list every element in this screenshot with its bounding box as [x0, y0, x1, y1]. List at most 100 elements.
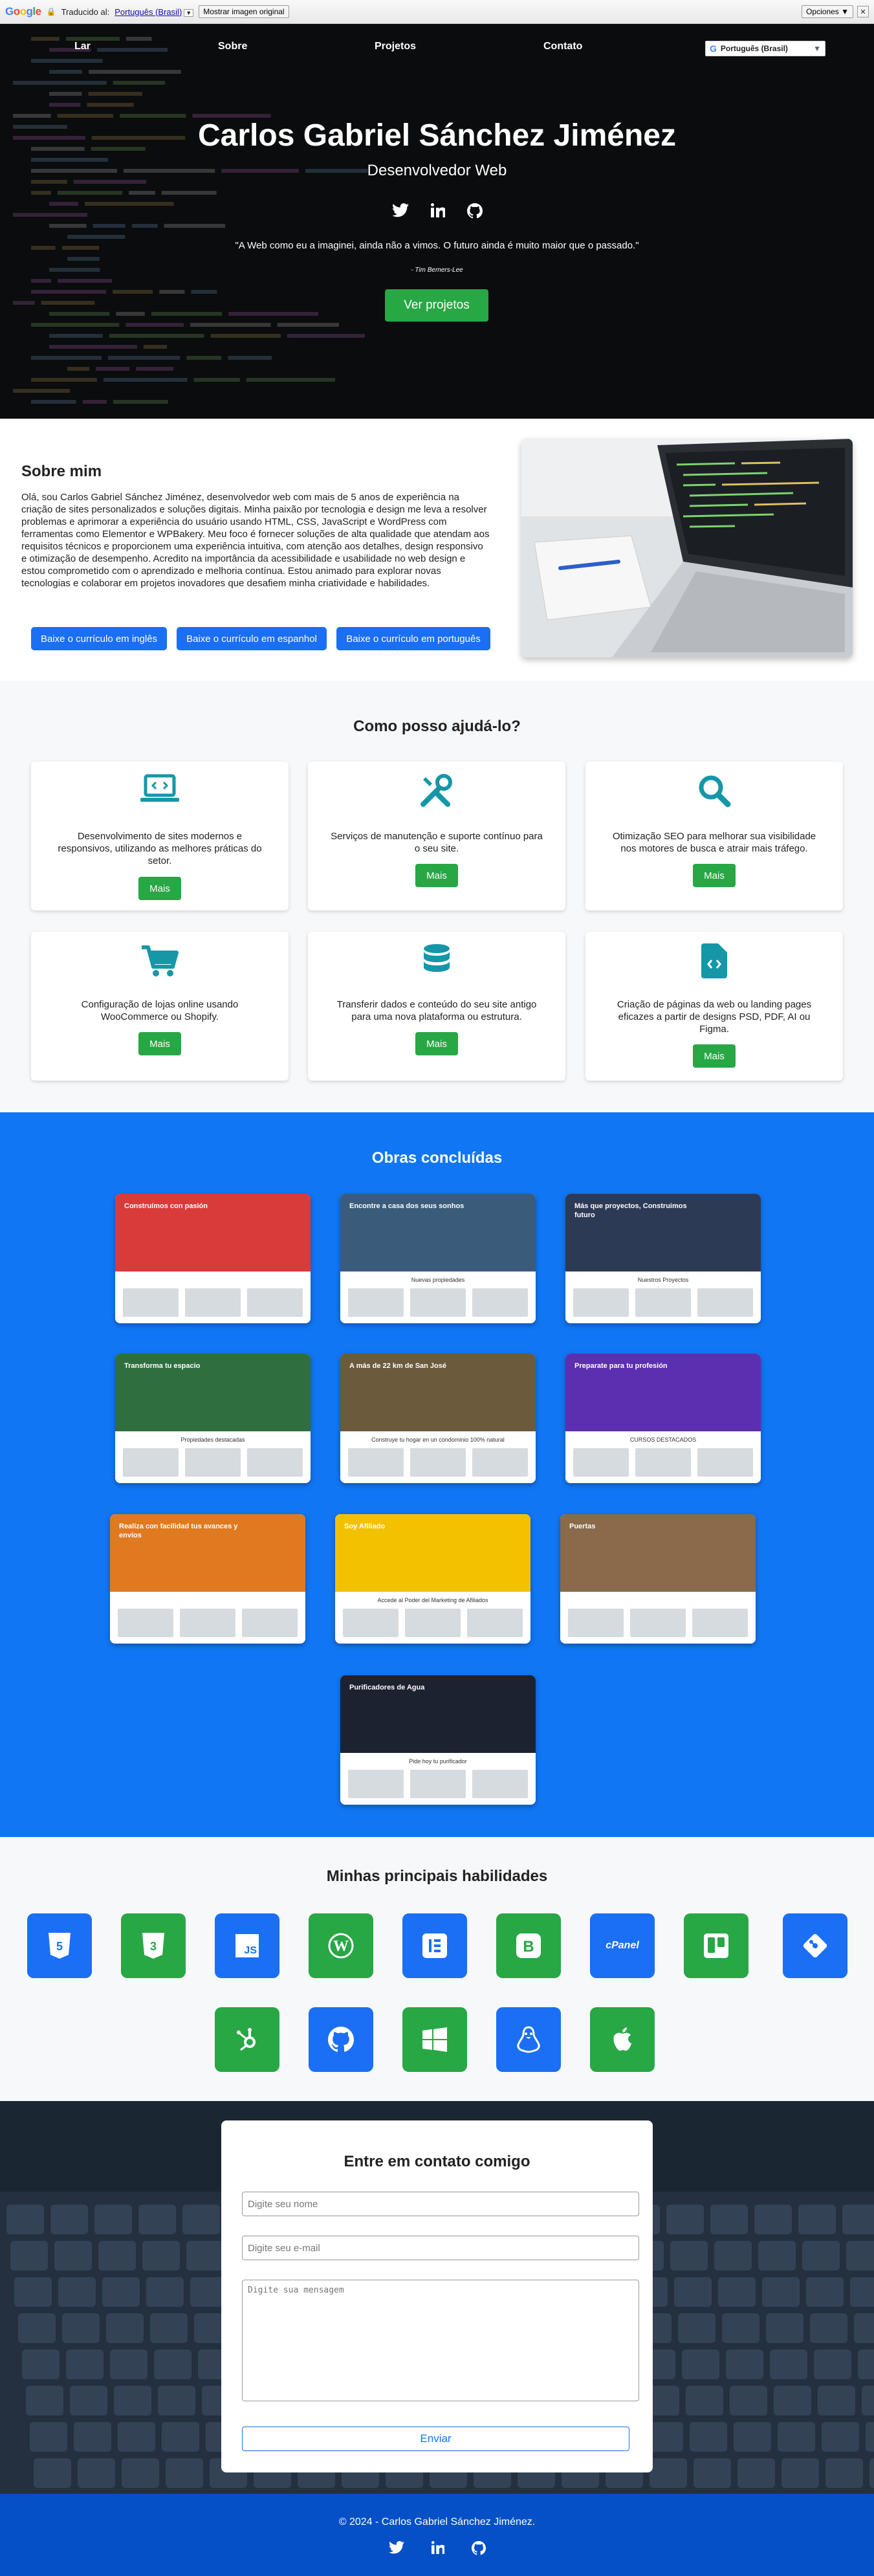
work-headline: Realiza con facilidad tus avances y enví…: [119, 1523, 238, 1539]
work-caption: Pide hoy tu purificador: [409, 1758, 467, 1765]
work-card[interactable]: Purificadores de Agua Pide hoy tu purific…: [340, 1675, 536, 1805]
message-field[interactable]: [242, 2280, 639, 2401]
work-thumbnail: [692, 1609, 748, 1637]
skills-section: Minhas principais habilidades 5 3 JS W B…: [0, 1837, 874, 2101]
elementor-icon: [422, 1933, 447, 1958]
laptop-code-icon: [140, 774, 179, 802]
work-thumbnail: [343, 1609, 399, 1637]
service-text: Configuração de lojas online usando WooC…: [81, 999, 239, 1022]
work-caption: Nuestros Proyectos: [637, 1277, 689, 1283]
shopping-cart-icon: [142, 945, 179, 976]
about-section: Sobre mim Olá, sou Carlos Gabriel Sánche…: [0, 419, 874, 681]
skill-bootstrap: B: [496, 1913, 561, 1978]
work-headline: Más que proyectos, Construimos futuro: [574, 1202, 687, 1219]
service-card: Configuração de lojas online usando WooC…: [31, 932, 289, 1081]
nav-item-lar[interactable]: Lar: [74, 41, 91, 52]
footer-social-links: [0, 2541, 874, 2555]
work-thumbnail: [630, 1609, 686, 1637]
footer-copyright: © 2024 - Carlos Gabriel Sánchez Jiménez.: [338, 2516, 536, 2527]
work-thumbnail: [472, 1770, 528, 1798]
download-cv-portuguese-button[interactable]: Baixe o currículo em português: [336, 627, 490, 650]
javascript-icon: JS: [235, 1934, 259, 1957]
service-more-button[interactable]: Mais: [138, 877, 181, 900]
wordpress-icon: W: [328, 1933, 354, 1959]
work-thumbnail: [180, 1609, 235, 1637]
svg-text:5: 5: [56, 1940, 63, 1953]
git-icon: [803, 1933, 827, 1958]
footer: © 2024 - Carlos Gabriel Sánchez Jiménez.: [0, 2494, 874, 2576]
service-text: Serviços de manutenção e suporte contínu…: [331, 831, 543, 854]
work-page-body: [110, 1592, 305, 1644]
work-card[interactable]: Realiza con facilidad tus avances y enví…: [110, 1514, 305, 1644]
linkedin-icon[interactable]: [431, 2541, 444, 2554]
service-more-button[interactable]: Mais: [693, 1044, 736, 1068]
name-field[interactable]: [242, 2192, 639, 2216]
service-text: Desenvolvimento de sites modernos e resp…: [58, 831, 262, 866]
work-card[interactable]: Soy Afiliado Accede al Poder del Marketin…: [335, 1514, 530, 1644]
hubspot-icon: [237, 2028, 256, 2051]
svg-text:W: W: [333, 1938, 349, 1955]
work-card[interactable]: A más de 22 km de San José Construye tu h…: [340, 1354, 536, 1483]
nav-item-contato[interactable]: Contato: [543, 41, 582, 52]
github-icon: [328, 2027, 354, 2053]
view-projects-button[interactable]: Ver projetos: [385, 289, 488, 322]
skill-html5: 5: [27, 1913, 92, 1978]
work-card[interactable]: Más que proyectos, Construimos futuro Nue…: [565, 1194, 761, 1323]
chevron-down-icon[interactable]: ▼: [184, 8, 194, 17]
services-title: Como posso ajudá-lo?: [353, 718, 521, 735]
work-caption: Propiedades destacadas: [180, 1437, 245, 1443]
translation-language[interactable]: Português (Brasil): [115, 7, 182, 17]
work-thumbnail: [573, 1288, 629, 1317]
send-button[interactable]: Enviar: [242, 2427, 629, 2451]
service-card: Desenvolvimento de sites modernos e resp…: [31, 762, 289, 910]
work-thumbnail: [123, 1288, 179, 1317]
work-headline: Transforma tu espacio: [124, 1362, 201, 1370]
linkedin-icon[interactable]: [430, 203, 445, 217]
work-headline: Preparate para tu profesión: [574, 1362, 668, 1370]
skill-apple: [590, 2007, 655, 2072]
skill-hubspot: [215, 2007, 279, 2072]
download-cv-english-button[interactable]: Baixe o currículo em inglês: [31, 627, 167, 650]
hero-name: Carlos Gabriel Sánchez Jiménez: [198, 118, 676, 153]
work-card[interactable]: Preparate para tu profesión CURSOS DESTAC…: [565, 1354, 761, 1483]
github-icon[interactable]: [471, 2541, 486, 2555]
work-thumbnail: [185, 1288, 241, 1317]
work-card[interactable]: Puertas: [560, 1514, 756, 1644]
service-more-button[interactable]: Mais: [138, 1032, 181, 1055]
email-field[interactable]: [242, 2236, 639, 2260]
work-thumbnail: [118, 1609, 173, 1637]
hero-social-links: [0, 203, 874, 219]
twitter-icon[interactable]: [391, 203, 409, 217]
google-translate-bar: Google 🔒 Traducido al: Português (Brasil…: [0, 0, 874, 24]
language-select-value: Português (Brasil): [720, 44, 788, 53]
translation-language-select[interactable]: Português (Brasil) ▼: [115, 7, 194, 17]
language-select[interactable]: G Português (Brasil) ▼: [705, 41, 825, 56]
laptop-photo: [521, 439, 853, 657]
show-original-button[interactable]: Mostrar imagen original: [199, 5, 289, 18]
work-thumbnail: [410, 1770, 466, 1798]
work-thumbnail: [348, 1770, 404, 1798]
work-thumbnail: [348, 1448, 404, 1477]
work-thumbnail: [697, 1288, 753, 1317]
search-icon: [699, 775, 731, 808]
nav-item-sobre[interactable]: Sobre: [218, 41, 247, 52]
work-card[interactable]: Transforma tu espacio Propiedades destaca…: [115, 1354, 311, 1483]
nav-item-projetos[interactable]: Projetos: [375, 41, 416, 52]
javascript-label: JS: [244, 1945, 257, 1956]
services-section: Como posso ajudá-lo? Desenvolvimento de …: [0, 681, 874, 1112]
twitter-icon[interactable]: [388, 2541, 404, 2554]
service-more-button[interactable]: Mais: [693, 864, 736, 887]
work-card[interactable]: Encontre a casa dos seus sonhos Nuevas pr…: [340, 1194, 536, 1323]
github-icon[interactable]: [466, 203, 483, 219]
html5-icon: 5: [49, 1933, 71, 1959]
service-more-button[interactable]: Mais: [415, 1032, 458, 1055]
hero-section: Lar Sobre Projetos Contato G Português (…: [0, 24, 874, 419]
service-more-button[interactable]: Mais: [415, 864, 458, 887]
work-card[interactable]: Construímos con pasión: [115, 1194, 311, 1323]
tools-icon: [421, 774, 452, 807]
options-button[interactable]: Opciones ▼: [802, 5, 853, 18]
work-thumbnail: [697, 1448, 753, 1477]
close-icon[interactable]: ✕: [857, 6, 869, 17]
download-cv-spanish-button[interactable]: Baixe o currículo em espanhol: [177, 627, 327, 650]
work-caption: CURSOS DESTACADOS: [629, 1437, 697, 1443]
